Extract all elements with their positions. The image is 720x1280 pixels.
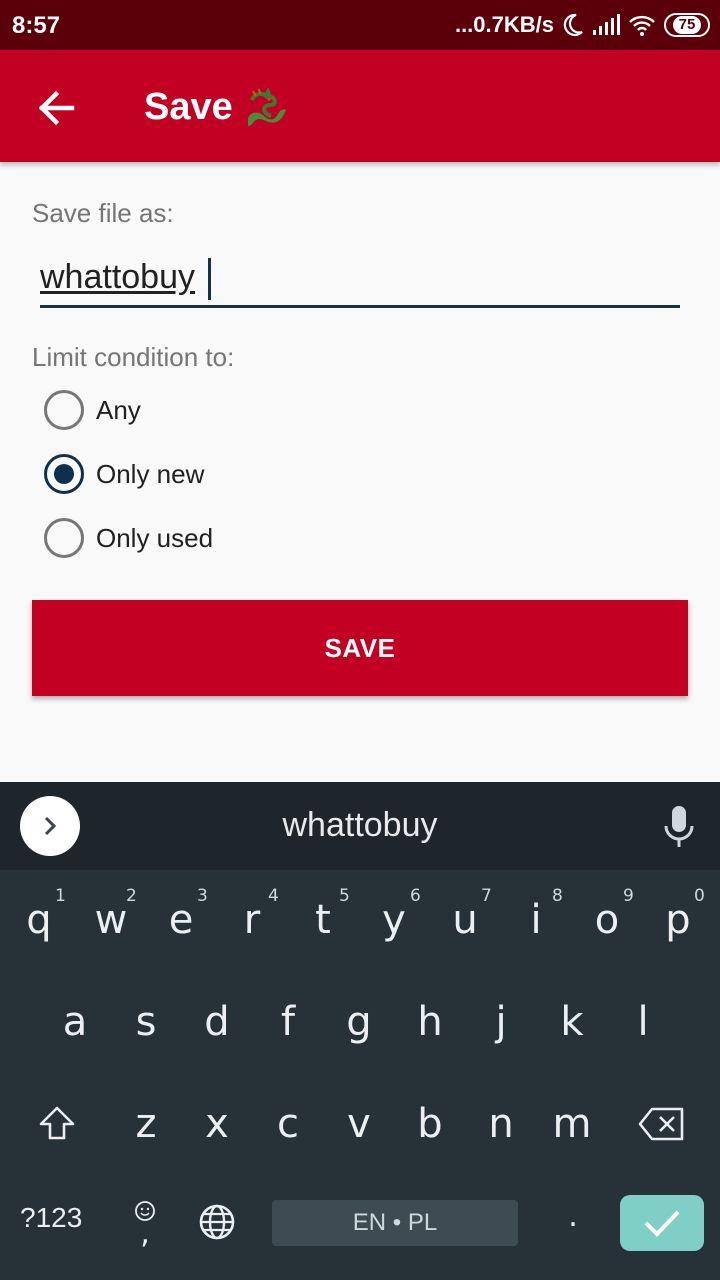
save-button[interactable]: SAVE: [32, 600, 688, 696]
key-m[interactable]: m: [537, 1094, 607, 1154]
save-as-label: Save file as:: [32, 198, 174, 228]
page-title: Save: [144, 86, 233, 128]
shift-key[interactable]: [22, 1094, 92, 1154]
battery-icon: 75: [664, 13, 710, 37]
key-f[interactable]: f: [253, 992, 323, 1052]
key-hint-0: 0: [694, 886, 705, 906]
key-hint-7: 7: [481, 886, 492, 906]
wifi-icon: [629, 15, 655, 36]
radio-label-only-used: Only used: [96, 522, 214, 553]
key-k[interactable]: k: [537, 992, 607, 1052]
microphone-icon[interactable]: [662, 804, 696, 850]
filename-value: whattobuy: [40, 258, 195, 296]
radio-label-any: Any: [96, 394, 141, 425]
period-key[interactable]: .: [548, 1186, 598, 1246]
backspace-key[interactable]: [626, 1094, 696, 1154]
radio-option-only-new[interactable]: Only new: [44, 452, 204, 496]
radio-label-only-new: Only new: [96, 458, 205, 489]
language-key[interactable]: [190, 1194, 244, 1250]
space-bar[interactable]: EN • PL: [272, 1200, 518, 1246]
status-bar: 8:57 ...0.7KB/s 75: [0, 0, 720, 50]
radio-option-any[interactable]: Any: [44, 388, 141, 432]
key-j[interactable]: j: [466, 992, 536, 1052]
condition-label: Limit condition to:: [32, 342, 235, 372]
soft-keyboard: q 1 w 2 e 3 r 4 t 5 y 6 u 7 i 8 o 9 p 0 …: [0, 870, 720, 1280]
app-toolbar: Save: [0, 50, 720, 162]
enter-key[interactable]: [620, 1195, 704, 1251]
filename-input[interactable]: whattobuy: [40, 250, 680, 308]
key-hint-2: 2: [126, 886, 137, 906]
key-a[interactable]: a: [40, 992, 110, 1052]
signal-icon: [593, 14, 620, 35]
symbols-key[interactable]: ?123: [20, 1202, 82, 1234]
status-icons: ...0.7KB/s 75: [455, 10, 710, 40]
key-z[interactable]: z: [111, 1094, 181, 1154]
back-button[interactable]: [28, 80, 84, 136]
key-c[interactable]: c: [253, 1094, 323, 1154]
keyboard-suggestion-bar: whattobuy: [0, 782, 720, 870]
arrow-left-icon: [38, 90, 75, 126]
key-x[interactable]: x: [182, 1094, 252, 1154]
globe-icon: [199, 1204, 235, 1240]
suggestion-word[interactable]: whattobuy: [0, 806, 720, 845]
key-l[interactable]: l: [608, 992, 678, 1052]
key-hint-4: 4: [268, 886, 279, 906]
radio-option-only-used[interactable]: Only used: [44, 516, 213, 560]
key-hint-1: 1: [55, 886, 66, 906]
key-g[interactable]: g: [324, 992, 394, 1052]
radio-button-only-used[interactable]: [44, 518, 84, 558]
status-time: 8:57: [12, 12, 61, 39]
dragon-icon: [248, 88, 286, 126]
radio-button-any[interactable]: [44, 390, 84, 430]
moon-icon: [563, 13, 583, 37]
shift-icon: [39, 1106, 75, 1140]
checkmark-icon: [644, 1210, 680, 1237]
network-speed: ...0.7KB/s: [454, 12, 554, 37]
key-v[interactable]: v: [324, 1094, 394, 1154]
key-hint-3: 3: [197, 886, 208, 906]
key-b[interactable]: b: [395, 1094, 465, 1154]
key-hint-6: 6: [410, 886, 421, 906]
key-s[interactable]: s: [111, 992, 181, 1052]
key-h[interactable]: h: [395, 992, 465, 1052]
key-hint-8: 8: [552, 886, 563, 906]
backspace-icon: [638, 1107, 684, 1141]
comma-key[interactable]: ,: [118, 1190, 172, 1256]
battery-level: 75: [672, 16, 702, 34]
text-cursor: [208, 258, 211, 300]
key-hint-5: 5: [339, 886, 350, 906]
comma-label: ,: [140, 1216, 150, 1251]
key-hint-9: 9: [623, 886, 634, 906]
radio-button-only-new[interactable]: [44, 454, 84, 494]
key-d[interactable]: d: [182, 992, 252, 1052]
key-n[interactable]: n: [466, 1094, 536, 1154]
